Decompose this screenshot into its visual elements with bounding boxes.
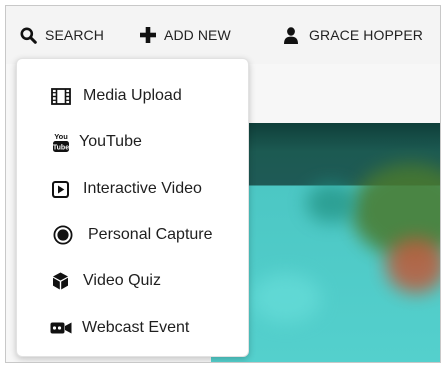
menu-item-webcast-event[interactable]: Webcast Event — [17, 308, 248, 348]
search-icon — [20, 27, 37, 44]
add-new-label: ADD NEW — [164, 27, 231, 43]
plus-icon — [140, 27, 156, 43]
app-frame: SEARCH ADD NEW GRACE HOPPER Media Upload… — [5, 5, 441, 363]
menu-item-label: Media Upload — [83, 87, 182, 104]
video-camera-icon — [49, 321, 73, 335]
menu-item-label: YouTube — [79, 133, 142, 150]
menu-item-media-upload[interactable]: Media Upload — [17, 76, 248, 116]
search-label: SEARCH — [45, 27, 104, 43]
menu-item-youtube[interactable]: You Tube YouTube — [17, 122, 248, 162]
add-new-button[interactable]: ADD NEW — [140, 6, 231, 64]
menu-item-label: Video Quiz — [83, 272, 161, 289]
menu-item-video-quiz[interactable]: Video Quiz — [17, 261, 248, 301]
search-button[interactable]: SEARCH — [20, 6, 104, 64]
user-menu-button[interactable]: GRACE HOPPER — [283, 6, 423, 64]
youtube-logo-top: You — [54, 132, 68, 141]
menu-item-interactive-video[interactable]: Interactive Video — [17, 169, 248, 209]
add-new-dropdown-menu: Media Upload You Tube YouTube Interactiv… — [16, 58, 249, 357]
top-navigation-bar: SEARCH ADD NEW GRACE HOPPER — [6, 6, 440, 64]
menu-item-label: Webcast Event — [82, 319, 190, 336]
menu-item-label: Interactive Video — [83, 180, 202, 197]
user-name: GRACE HOPPER — [309, 27, 423, 43]
menu-item-personal-capture[interactable]: Personal Capture — [17, 215, 248, 255]
youtube-icon: You Tube — [49, 131, 73, 153]
cube-icon — [48, 272, 72, 290]
film-icon — [49, 87, 73, 105]
youtube-logo-bottom: Tube — [53, 145, 69, 152]
play-square-icon — [48, 180, 72, 198]
user-icon — [284, 26, 298, 44]
record-icon — [51, 225, 75, 245]
menu-item-label: Personal Capture — [88, 226, 213, 243]
